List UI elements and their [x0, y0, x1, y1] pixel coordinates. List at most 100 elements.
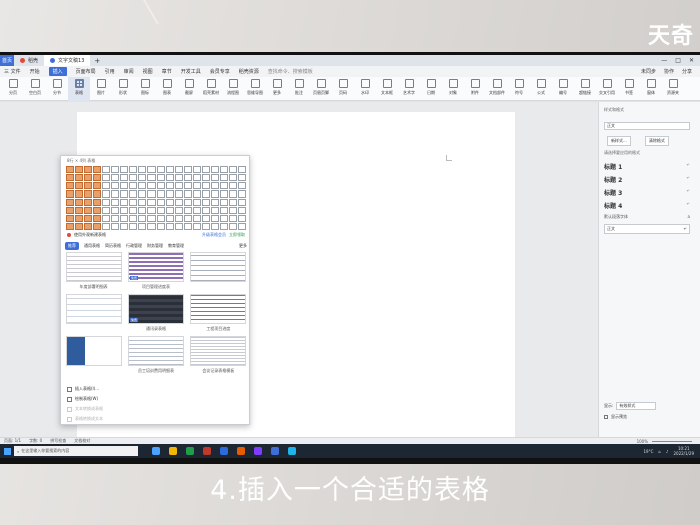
table-grid-cell[interactable] [93, 166, 102, 174]
table-grid-cell[interactable] [228, 214, 237, 222]
table-grid-cell[interactable] [120, 182, 129, 190]
category-finance[interactable]: 财务管理 [147, 243, 163, 249]
style-heading-2[interactable]: 标题 2 ↵ [604, 175, 690, 184]
claim-link[interactable]: 立即领取 [229, 232, 245, 238]
ribbon-crossref[interactable]: 交叉引用 [596, 77, 618, 101]
taskbar-app-icon[interactable] [220, 447, 228, 455]
command-search[interactable]: 查找命令、搜索模板 [268, 68, 313, 75]
table-grid-cell[interactable] [228, 206, 237, 214]
table-grid-cell[interactable] [174, 174, 183, 182]
table-grid-cell[interactable] [183, 206, 192, 214]
menu-reference[interactable]: 引用 [105, 68, 115, 75]
table-grid-cell[interactable] [75, 206, 84, 214]
table-grid-cell[interactable] [129, 190, 138, 198]
menu-insert[interactable]: 插入 [48, 67, 67, 76]
ribbon-blank-page[interactable]: 空白页 [24, 77, 46, 101]
menu-resources[interactable]: 稻壳资源 [239, 68, 259, 75]
ribbon-date[interactable]: 日期 [420, 77, 442, 101]
table-grid-cell[interactable] [102, 174, 111, 182]
template-item[interactable] [65, 294, 122, 332]
table-grid-cell[interactable] [147, 182, 156, 190]
ribbon-formula[interactable]: 公式 [530, 77, 552, 101]
table-grid-cell[interactable] [219, 182, 228, 190]
table-grid-cell[interactable] [201, 166, 210, 174]
table-grid-cell[interactable] [147, 174, 156, 182]
table-grid-cell[interactable] [237, 214, 246, 222]
ribbon-icons[interactable]: 图标 [134, 77, 156, 101]
show-select[interactable]: 有效样式 [616, 402, 657, 410]
table-grid-cell[interactable] [183, 222, 192, 230]
table-grid-cell[interactable] [120, 198, 129, 206]
table-grid-cell[interactable] [93, 214, 102, 222]
table-grid-cell[interactable] [192, 190, 201, 198]
tab-document[interactable]: 文字文稿13 [44, 55, 91, 66]
table-grid-cell[interactable] [165, 198, 174, 206]
table-grid-cell[interactable] [201, 214, 210, 222]
table-grid-cell[interactable] [147, 190, 156, 198]
menu-chapter[interactable]: 章节 [162, 68, 172, 75]
table-grid-cell[interactable] [84, 198, 93, 206]
table-grid-cell[interactable] [129, 198, 138, 206]
table-grid-cell[interactable] [183, 166, 192, 174]
table-grid-cell[interactable] [228, 222, 237, 230]
maximize-button[interactable]: □ [675, 57, 681, 64]
table-grid-cell[interactable] [138, 222, 147, 230]
start-button[interactable] [0, 444, 14, 458]
table-grid-cell[interactable] [93, 190, 102, 198]
table-grid-cell[interactable] [147, 214, 156, 222]
menu-start[interactable]: 开始 [30, 68, 40, 75]
ribbon-bookmark[interactable]: 书签 [618, 77, 640, 101]
weather-temp[interactable]: 19°C [643, 449, 653, 454]
close-button[interactable]: ✕ [689, 57, 694, 64]
table-grid-cell[interactable] [174, 182, 183, 190]
table-grid-cell[interactable] [84, 182, 93, 190]
table-grid-cell[interactable] [129, 214, 138, 222]
table-grid-cell[interactable] [84, 190, 93, 198]
table-grid-cell[interactable] [66, 206, 75, 214]
table-grid-cell[interactable] [138, 174, 147, 182]
ribbon-attachment[interactable]: 附件 [464, 77, 486, 101]
table-grid-cell[interactable] [210, 174, 219, 182]
table-grid-cell[interactable] [156, 174, 165, 182]
table-grid-cell[interactable] [75, 174, 84, 182]
table-grid-cell[interactable] [183, 190, 192, 198]
template-item[interactable]: 免费 项目管理进度表 [127, 252, 184, 290]
table-grid-cell[interactable] [129, 182, 138, 190]
table-grid-cell[interactable] [75, 182, 84, 190]
table-grid-cell[interactable] [210, 166, 219, 174]
collab-button[interactable]: 协作 [664, 68, 674, 75]
ribbon-mindmap[interactable]: 思维导图 [244, 77, 266, 101]
taskbar-app-icon[interactable] [152, 447, 160, 455]
table-grid-cell[interactable] [138, 190, 147, 198]
table-grid-cell[interactable] [219, 198, 228, 206]
new-tab-button[interactable]: + [90, 57, 104, 65]
ribbon-screenshot[interactable]: 截屏 [178, 77, 200, 101]
table-grid-cell[interactable] [165, 222, 174, 230]
table-grid-cell[interactable] [210, 190, 219, 198]
ribbon-object[interactable]: 对象 [442, 77, 464, 101]
table-grid-cell[interactable] [138, 182, 147, 190]
table-grid-cell[interactable] [228, 182, 237, 190]
ribbon-wordart[interactable]: 艺术字 [398, 77, 420, 101]
table-grid-cell[interactable] [156, 182, 165, 190]
table-grid-cell[interactable] [75, 190, 84, 198]
table-grid-cell[interactable] [84, 222, 93, 230]
style-heading-4[interactable]: 标题 4 ↵ [604, 201, 690, 210]
table-grid-cell[interactable] [219, 166, 228, 174]
table-grid-cell[interactable] [138, 166, 147, 174]
table-grid-cell[interactable] [192, 182, 201, 190]
ribbon-shape[interactable]: 形状 [112, 77, 134, 101]
table-grid-cell[interactable] [93, 222, 102, 230]
table-grid-cell[interactable] [219, 190, 228, 198]
table-grid-cell[interactable] [84, 214, 93, 222]
table-grid-cell[interactable] [192, 206, 201, 214]
preview-row[interactable]: 显示预览 [604, 414, 656, 420]
template-item[interactable]: 免费 通讯录表格 [127, 294, 184, 332]
new-style-button[interactable]: 新样式... [607, 136, 631, 146]
ribbon-numbering[interactable]: 编号 [552, 77, 574, 101]
zoom-level[interactable]: 100% [637, 439, 648, 444]
table-grid-cell[interactable] [165, 190, 174, 198]
table-grid-cell[interactable] [183, 174, 192, 182]
table-grid-cell[interactable] [84, 206, 93, 214]
menu-devtools[interactable]: 开发工具 [181, 68, 201, 75]
